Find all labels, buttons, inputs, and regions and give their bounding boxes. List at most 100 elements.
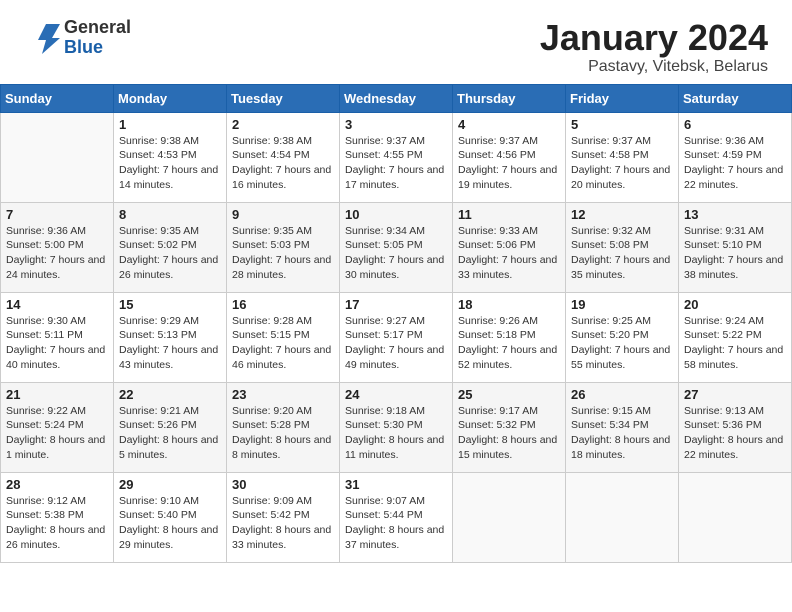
calendar-week-row: 7Sunrise: 9:36 AMSunset: 5:00 PMDaylight… xyxy=(1,202,792,292)
calendar-cell: 30 Sunrise: 9:09 AMSunset: 5:42 PMDayligh… xyxy=(227,472,340,562)
day-info: Sunrise: 9:09 AMSunset: 5:42 PMDaylight:… xyxy=(232,494,334,553)
day-info: Sunrise: 9:17 AMSunset: 5:32 PMDaylight:… xyxy=(458,404,560,463)
day-number: 28 xyxy=(6,477,108,492)
day-info: Sunrise: 9:15 AMSunset: 5:34 PMDaylight:… xyxy=(571,404,673,463)
calendar-week-row: 21 Sunrise: 9:22 AMSunset: 5:24 PMDayligh… xyxy=(1,382,792,472)
calendar-cell xyxy=(679,472,792,562)
calendar-cell: 14Sunrise: 9:30 AMSunset: 5:11 PMDayligh… xyxy=(1,292,114,382)
calendar-cell: 21 Sunrise: 9:22 AMSunset: 5:24 PMDayligh… xyxy=(1,382,114,472)
day-number: 30 xyxy=(232,477,334,492)
calendar-cell: 8 Sunrise: 9:35 AMSunset: 5:02 PMDaylight… xyxy=(114,202,227,292)
calendar-week-row: 1 Sunrise: 9:38 AMSunset: 4:53 PMDaylight… xyxy=(1,112,792,202)
day-number: 7 xyxy=(6,207,108,222)
day-number: 5 xyxy=(571,117,673,132)
day-number: 26 xyxy=(571,387,673,402)
day-number: 1 xyxy=(119,117,221,132)
day-info: Sunrise: 9:37 AMSunset: 4:56 PMDaylight:… xyxy=(458,134,560,193)
day-number: 22 xyxy=(119,387,221,402)
day-of-week-header: Tuesday xyxy=(227,84,340,112)
calendar-cell: 10 Sunrise: 9:34 AMSunset: 5:05 PMDayligh… xyxy=(340,202,453,292)
calendar-cell: 4 Sunrise: 9:37 AMSunset: 4:56 PMDaylight… xyxy=(453,112,566,202)
day-number: 23 xyxy=(232,387,334,402)
logo-general: General xyxy=(64,18,131,38)
day-info: Sunrise: 9:32 AMSunset: 5:08 PMDaylight:… xyxy=(571,224,673,283)
day-number: 19 xyxy=(571,297,673,312)
day-info: Sunrise: 9:26 AMSunset: 5:18 PMDaylight:… xyxy=(458,314,560,373)
day-info: Sunrise: 9:21 AMSunset: 5:26 PMDaylight:… xyxy=(119,404,221,463)
calendar-cell: 26 Sunrise: 9:15 AMSunset: 5:34 PMDayligh… xyxy=(566,382,679,472)
day-of-week-header: Wednesday xyxy=(340,84,453,112)
calendar-cell: 2Sunrise: 9:38 AMSunset: 4:54 PMDaylight… xyxy=(227,112,340,202)
calendar-cell: 11 Sunrise: 9:33 AMSunset: 5:06 PMDayligh… xyxy=(453,202,566,292)
month-title: January 2024 xyxy=(540,18,768,58)
day-info: Sunrise: 9:10 AMSunset: 5:40 PMDaylight:… xyxy=(119,494,221,553)
calendar-cell: 27Sunrise: 9:13 AMSunset: 5:36 PMDayligh… xyxy=(679,382,792,472)
day-number: 16 xyxy=(232,297,334,312)
day-info: Sunrise: 9:35 AMSunset: 5:02 PMDaylight:… xyxy=(119,224,221,283)
calendar-cell: 5 Sunrise: 9:37 AMSunset: 4:58 PMDaylight… xyxy=(566,112,679,202)
location: Pastavy, Vitebsk, Belarus xyxy=(540,58,768,76)
calendar-cell: 1 Sunrise: 9:38 AMSunset: 4:53 PMDaylight… xyxy=(114,112,227,202)
day-info: Sunrise: 9:31 AMSunset: 5:10 PMDaylight:… xyxy=(684,224,786,283)
calendar-table: SundayMondayTuesdayWednesdayThursdayFrid… xyxy=(0,84,792,563)
calendar-week-row: 28 Sunrise: 9:12 AMSunset: 5:38 PMDayligh… xyxy=(1,472,792,562)
calendar-cell xyxy=(566,472,679,562)
calendar-cell: 7Sunrise: 9:36 AMSunset: 5:00 PMDaylight… xyxy=(1,202,114,292)
calendar-cell: 29 Sunrise: 9:10 AMSunset: 5:40 PMDayligh… xyxy=(114,472,227,562)
day-info: Sunrise: 9:24 AMSunset: 5:22 PMDaylight:… xyxy=(684,314,786,373)
day-number: 21 xyxy=(6,387,108,402)
calendar-cell: 23 Sunrise: 9:20 AMSunset: 5:28 PMDayligh… xyxy=(227,382,340,472)
day-info: Sunrise: 9:38 AMSunset: 4:54 PMDaylight:… xyxy=(232,134,334,193)
calendar-cell: 25Sunrise: 9:17 AMSunset: 5:32 PMDayligh… xyxy=(453,382,566,472)
day-number: 18 xyxy=(458,297,560,312)
calendar-cell: 17Sunrise: 9:27 AMSunset: 5:17 PMDayligh… xyxy=(340,292,453,382)
day-number: 6 xyxy=(684,117,786,132)
calendar-cell xyxy=(1,112,114,202)
day-of-week-header: Friday xyxy=(566,84,679,112)
day-info: Sunrise: 9:13 AMSunset: 5:36 PMDaylight:… xyxy=(684,404,786,463)
calendar-cell: 19 Sunrise: 9:25 AMSunset: 5:20 PMDayligh… xyxy=(566,292,679,382)
day-info: Sunrise: 9:30 AMSunset: 5:11 PMDaylight:… xyxy=(6,314,108,373)
day-number: 3 xyxy=(345,117,447,132)
calendar-cell: 31 Sunrise: 9:07 AMSunset: 5:44 PMDayligh… xyxy=(340,472,453,562)
calendar-cell xyxy=(453,472,566,562)
day-of-week-header: Saturday xyxy=(679,84,792,112)
logo-text: General Blue xyxy=(64,18,131,58)
day-number: 17 xyxy=(345,297,447,312)
day-number: 24 xyxy=(345,387,447,402)
day-info: Sunrise: 9:12 AMSunset: 5:38 PMDaylight:… xyxy=(6,494,108,553)
day-number: 15 xyxy=(119,297,221,312)
logo: General Blue xyxy=(24,18,131,58)
day-info: Sunrise: 9:34 AMSunset: 5:05 PMDaylight:… xyxy=(345,224,447,283)
day-info: Sunrise: 9:37 AMSunset: 4:58 PMDaylight:… xyxy=(571,134,673,193)
day-info: Sunrise: 9:29 AMSunset: 5:13 PMDaylight:… xyxy=(119,314,221,373)
calendar-cell: 20Sunrise: 9:24 AMSunset: 5:22 PMDayligh… xyxy=(679,292,792,382)
title-block: January 2024 Pastavy, Vitebsk, Belarus xyxy=(540,18,768,76)
day-info: Sunrise: 9:22 AMSunset: 5:24 PMDaylight:… xyxy=(6,404,108,463)
day-info: Sunrise: 9:38 AMSunset: 4:53 PMDaylight:… xyxy=(119,134,221,193)
day-number: 11 xyxy=(458,207,560,222)
day-info: Sunrise: 9:25 AMSunset: 5:20 PMDaylight:… xyxy=(571,314,673,373)
day-of-week-header: Monday xyxy=(114,84,227,112)
logo-blue: Blue xyxy=(64,38,131,58)
day-info: Sunrise: 9:37 AMSunset: 4:55 PMDaylight:… xyxy=(345,134,447,193)
calendar-week-row: 14Sunrise: 9:30 AMSunset: 5:11 PMDayligh… xyxy=(1,292,792,382)
day-number: 9 xyxy=(232,207,334,222)
calendar-cell: 13Sunrise: 9:31 AMSunset: 5:10 PMDayligh… xyxy=(679,202,792,292)
calendar-header-row: SundayMondayTuesdayWednesdayThursdayFrid… xyxy=(1,84,792,112)
day-info: Sunrise: 9:07 AMSunset: 5:44 PMDaylight:… xyxy=(345,494,447,553)
day-info: Sunrise: 9:36 AMSunset: 4:59 PMDaylight:… xyxy=(684,134,786,193)
day-number: 4 xyxy=(458,117,560,132)
day-info: Sunrise: 9:33 AMSunset: 5:06 PMDaylight:… xyxy=(458,224,560,283)
calendar-cell: 3 Sunrise: 9:37 AMSunset: 4:55 PMDaylight… xyxy=(340,112,453,202)
day-info: Sunrise: 9:20 AMSunset: 5:28 PMDaylight:… xyxy=(232,404,334,463)
day-of-week-header: Thursday xyxy=(453,84,566,112)
day-number: 10 xyxy=(345,207,447,222)
day-number: 8 xyxy=(119,207,221,222)
day-number: 31 xyxy=(345,477,447,492)
day-of-week-header: Sunday xyxy=(1,84,114,112)
calendar-cell: 22 Sunrise: 9:21 AMSunset: 5:26 PMDayligh… xyxy=(114,382,227,472)
day-info: Sunrise: 9:18 AMSunset: 5:30 PMDaylight:… xyxy=(345,404,447,463)
day-number: 29 xyxy=(119,477,221,492)
page-header: General Blue January 2024 Pastavy, Viteb… xyxy=(0,0,792,84)
